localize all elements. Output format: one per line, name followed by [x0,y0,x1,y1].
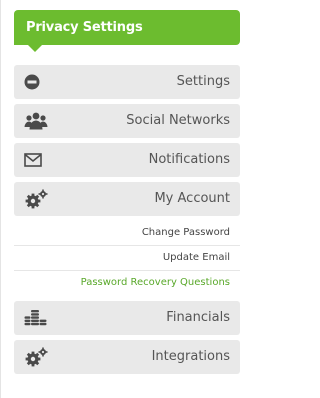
menu-item-settings[interactable]: Settings [14,65,240,99]
menu-item-label: Settings [176,74,230,89]
gears-icon [24,340,50,374]
menu-item-label: Social Networks [126,113,230,128]
privacy-settings-panel: Privacy Settings Settings Social Network… [14,10,240,374]
gears-icon [24,182,50,216]
menu-item-financials[interactable]: Financials [14,301,240,335]
no-entry-icon [24,65,50,99]
panel-title: Privacy Settings [26,20,143,35]
menu-item-label: Financials [166,310,230,325]
submenu-update-email[interactable]: Update Email [14,246,240,271]
menu-item-social-networks[interactable]: Social Networks [14,104,240,138]
menu-item-my-account[interactable]: My Account [14,182,240,216]
panel-header: Privacy Settings [14,10,240,52]
menu-item-notifications[interactable]: Notifications [14,143,240,177]
menu-item-label: Integrations [151,349,230,364]
my-account-submenu: Change Password Update Email Password Re… [14,221,240,295]
header-notch [28,45,42,52]
submenu-change-password[interactable]: Change Password [14,221,240,246]
coins-icon [24,301,50,335]
envelope-icon [24,143,50,177]
menu-item-label: Notifications [148,152,230,167]
panel-left-border [0,0,1,398]
menu-item-label: My Account [154,191,230,206]
menu-item-integrations[interactable]: Integrations [14,340,240,374]
users-icon [24,104,50,138]
submenu-password-recovery-questions[interactable]: Password Recovery Questions [14,271,240,295]
